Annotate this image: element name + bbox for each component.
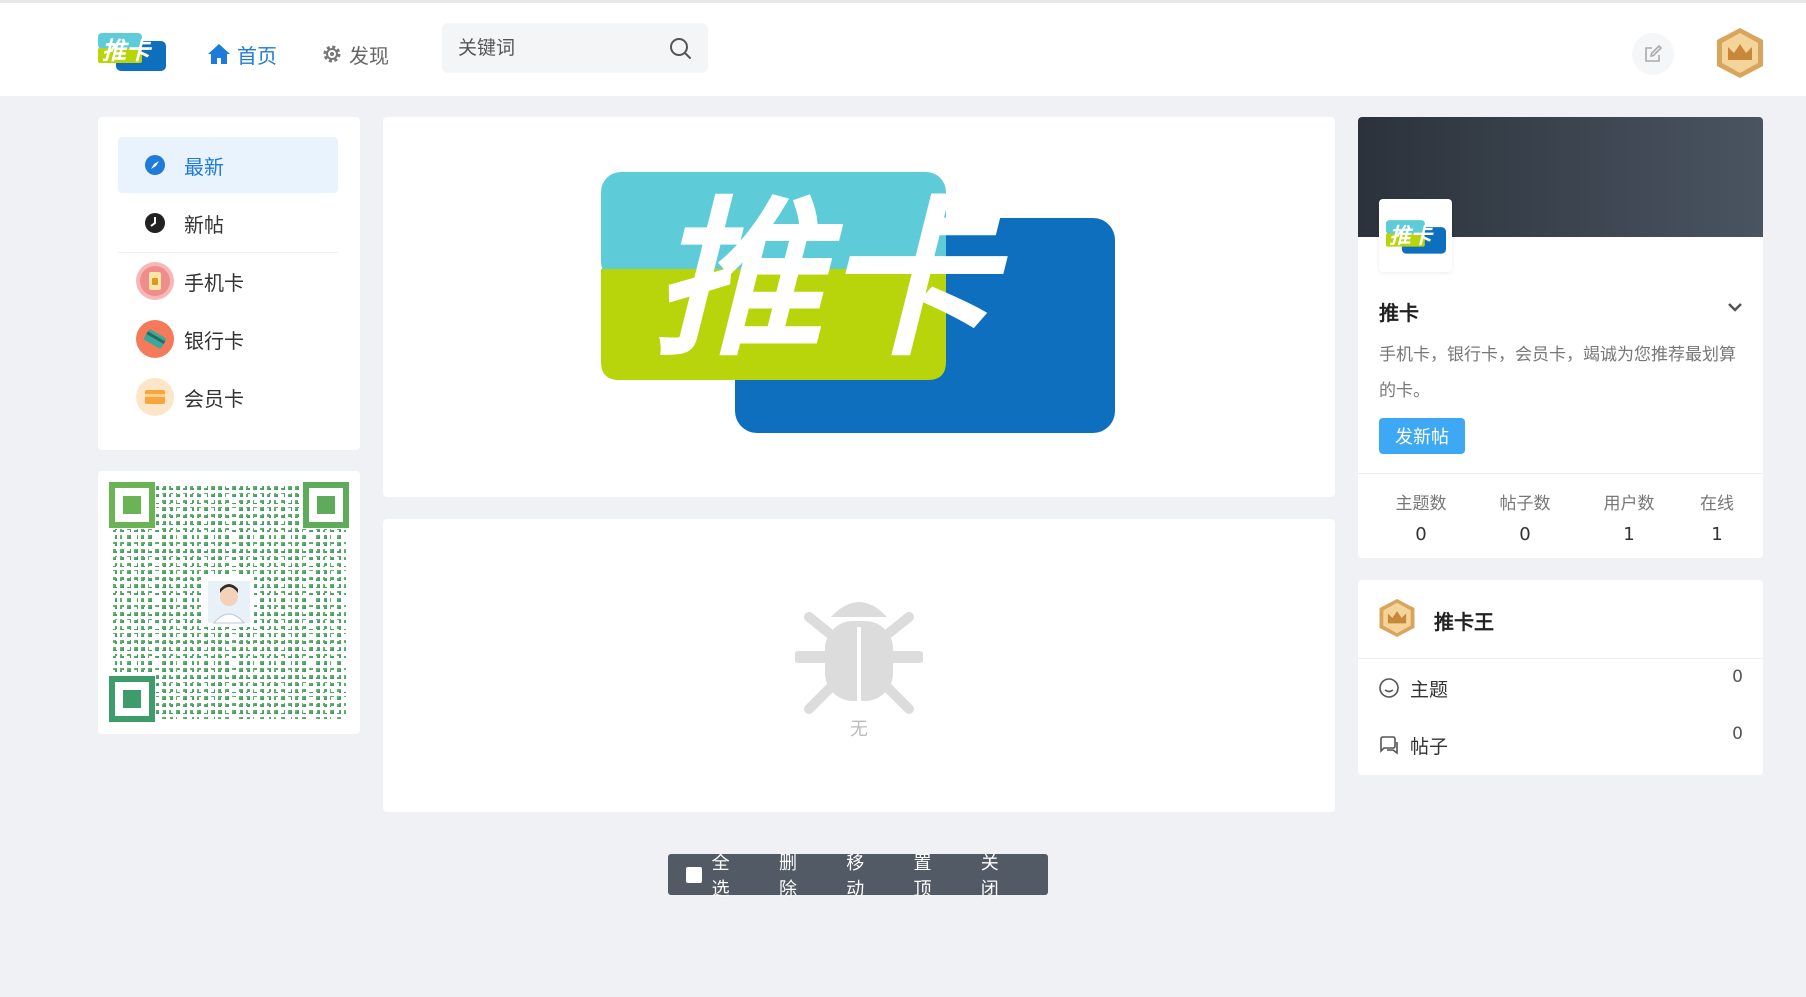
nav-discover-label: 发现: [349, 43, 389, 68]
thread-list-empty: 无: [383, 519, 1335, 812]
qr-code-image: [109, 482, 349, 722]
home-icon: [208, 44, 230, 64]
pin-button[interactable]: 置顶: [913, 849, 948, 901]
comments-icon: [1380, 736, 1398, 755]
stat-label: 帖子数: [1499, 494, 1551, 514]
stat-value: 0: [1415, 524, 1427, 545]
user-threads-link[interactable]: 主题 0: [1378, 667, 1743, 703]
stat-value: 0: [1519, 524, 1531, 545]
user-row-label: 主题: [1410, 678, 1449, 701]
stat-label: 用户数: [1603, 494, 1655, 514]
member-card-icon: [136, 378, 174, 416]
stat-posts: 帖子数 0: [1480, 489, 1570, 545]
user-name[interactable]: 推卡王: [1434, 606, 1494, 635]
search-box: [442, 23, 708, 73]
sidebar-item-label: 最新: [184, 154, 224, 179]
search-input[interactable]: [458, 37, 658, 59]
sidebar-item-bank-card[interactable]: 银行卡: [118, 311, 338, 367]
stat-online: 在线 1: [1672, 489, 1762, 545]
chevron-down-icon[interactable]: [1727, 301, 1743, 313]
clock-icon: [145, 213, 165, 233]
empty-message: 无: [850, 719, 868, 740]
edit-icon: [1645, 44, 1663, 62]
new-post-button[interactable]: [1632, 33, 1674, 75]
search-icon[interactable]: [668, 36, 692, 60]
delete-button[interactable]: 删除: [779, 849, 814, 901]
forum-info-card: 推卡 推卡 手机卡，银行卡，会员卡，竭诚为您推荐最划算的卡。 发新帖 主题数 0…: [1358, 117, 1763, 558]
sidebar-item-label: 新帖: [184, 212, 224, 237]
qr-code-card: [98, 471, 360, 734]
nav-home[interactable]: 首页: [207, 39, 277, 69]
svg-text:推卡: 推卡: [1389, 223, 1434, 248]
move-button[interactable]: 移动: [846, 849, 881, 901]
svg-text:推卡: 推卡: [102, 37, 153, 65]
close-button[interactable]: 关闭: [981, 849, 1016, 901]
user-row-label: 帖子: [1410, 735, 1449, 758]
category-menu: 最新 新帖 手机卡 银行卡 会员卡: [98, 117, 360, 450]
compass-icon: [145, 155, 165, 175]
stat-users: 用户数 1: [1584, 489, 1674, 545]
gear-icon: [323, 45, 341, 63]
forum-name: 推卡: [1379, 301, 1419, 325]
forum-banner: 推卡: [383, 117, 1335, 497]
stat-threads: 主题数 0: [1376, 489, 1466, 545]
sidebar-item-new-posts[interactable]: 新帖: [118, 195, 338, 251]
user-avatar[interactable]: [1715, 27, 1765, 79]
sidebar-item-label: 会员卡: [184, 386, 244, 411]
stat-value: 1: [1623, 524, 1635, 545]
sidebar-item-label: 手机卡: [184, 270, 244, 295]
forum-logo: 推卡: [1379, 199, 1452, 272]
banner-logo-image: 推卡: [601, 172, 1115, 433]
user-row-count: 0: [1732, 724, 1743, 744]
bank-card-icon: [136, 320, 174, 358]
sidebar-item-member-card[interactable]: 会员卡: [118, 369, 338, 425]
sim-card-icon: [136, 262, 174, 300]
stat-label: 在线: [1700, 494, 1734, 514]
user-row-count: 0: [1732, 667, 1743, 687]
user-rank-badge[interactable]: [1378, 598, 1416, 638]
forum-description: 手机卡，银行卡，会员卡，竭诚为您推荐最划算的卡。: [1379, 345, 1736, 401]
user-posts-link[interactable]: 帖子 0: [1378, 724, 1743, 760]
site-logo[interactable]: 推卡: [98, 31, 166, 71]
select-all-button[interactable]: 全选: [712, 849, 747, 901]
forum-logo-image: 推卡: [1385, 219, 1446, 254]
user-divider: [1358, 658, 1763, 659]
moderation-toolbar: 全选 删除 移动 置顶 关闭: [668, 853, 1048, 900]
nav-discover[interactable]: 发现: [321, 39, 389, 69]
nav-home-label: 首页: [237, 43, 277, 68]
sidebar-item-latest[interactable]: 最新: [118, 137, 338, 193]
svg-text:推卡: 推卡: [653, 182, 1008, 380]
new-thread-button[interactable]: 发新帖: [1379, 418, 1465, 454]
stat-label: 主题数: [1395, 494, 1447, 514]
bug-icon: [795, 602, 923, 714]
header: 推卡 首页 发现: [0, 3, 1806, 96]
stat-value: 1: [1711, 524, 1723, 545]
sidebar-item-label: 银行卡: [184, 328, 244, 353]
chat-bubble-icon: [1379, 678, 1399, 698]
forum-divider: [1358, 473, 1763, 474]
user-info-card: 推卡王 主题 0 帖子 0: [1358, 580, 1763, 775]
select-all-checkbox[interactable]: [686, 866, 702, 883]
sidebar-item-sim-card[interactable]: 手机卡: [118, 253, 338, 309]
